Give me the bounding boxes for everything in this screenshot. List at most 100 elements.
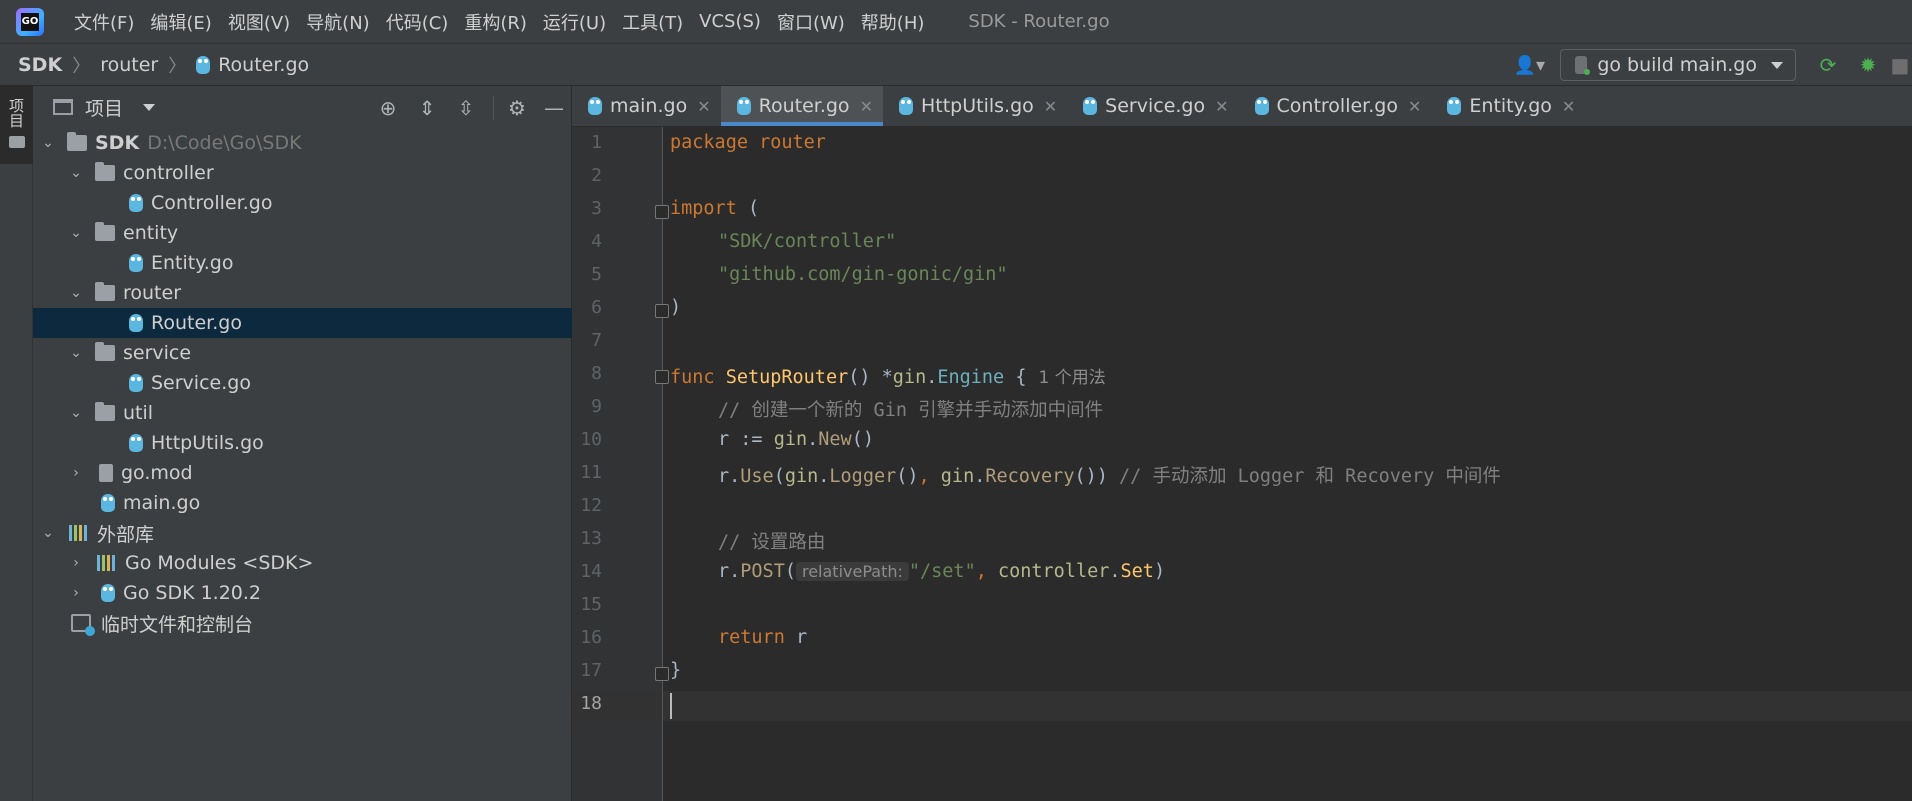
chevron-right-icon[interactable]: › [69, 555, 83, 571]
tree-item-router-go[interactable]: Router.go [33, 308, 572, 338]
tree-item-go-modules[interactable]: › Go Modules <SDK> [33, 548, 572, 578]
chevron-right-icon[interactable]: › [69, 465, 83, 481]
chevron-down-icon[interactable]: ⌄ [41, 135, 55, 151]
panel-window-icon [53, 99, 73, 115]
menu-run[interactable]: 运行(U) [535, 9, 614, 35]
close-icon[interactable]: ✕ [860, 97, 873, 116]
tree-item-service[interactable]: ⌄ service [33, 338, 572, 368]
tool-window-strip: 项目 [0, 86, 33, 801]
scratch-console-icon [71, 614, 95, 636]
code-token: () [851, 429, 874, 450]
tree-item-label: Service.go [151, 372, 251, 394]
tree-item-controller-go[interactable]: Controller.go [33, 188, 572, 218]
close-icon[interactable]: ✕ [1408, 97, 1421, 116]
expand-all-icon[interactable]: ⇕ [413, 94, 441, 122]
tab-service-go[interactable]: Service.go ✕ [1067, 86, 1238, 126]
tree-item-label: Controller.go [151, 192, 273, 214]
chevron-down-icon[interactable] [143, 103, 156, 111]
fold-marker-icon[interactable] [655, 205, 669, 219]
chevron-down-icon[interactable]: ⌄ [41, 525, 55, 541]
close-icon[interactable]: ✕ [697, 97, 710, 116]
tree-item-sdk[interactable]: ⌄ SDK D:\Code\Go\SDK [33, 128, 572, 158]
code-token: () [896, 466, 919, 487]
chevron-down-icon[interactable]: ⌄ [69, 345, 83, 361]
fold-marker-icon[interactable] [655, 667, 669, 681]
code-line-8: func SetupRouter() *gin.Engine {1 个用法 [670, 363, 1106, 388]
chevron-down-icon[interactable]: ⌄ [69, 405, 83, 421]
code-token: gin [892, 367, 927, 388]
debug-icon[interactable]: ✹ [1848, 49, 1888, 81]
tree-item-controller[interactable]: ⌄ controller [33, 158, 572, 188]
code-token: gin [940, 466, 975, 487]
project-tool-button[interactable]: 项目 [0, 86, 33, 164]
chevron-right-icon[interactable]: › [69, 585, 83, 601]
menu-view[interactable]: 视图(V) [220, 9, 298, 35]
menu-navigate[interactable]: 导航(N) [298, 9, 378, 35]
tree-item-external-libraries[interactable]: ⌄ 外部库 [33, 518, 572, 548]
tab-router-go[interactable]: Router.go ✕ [720, 86, 884, 126]
chevron-down-icon[interactable]: ⌄ [69, 285, 83, 301]
breadcrumb-file[interactable]: Router.go [218, 54, 309, 76]
project-tool-label: 项目 [7, 98, 25, 128]
chevron-down-icon[interactable]: ⌄ [69, 165, 83, 181]
rerun-icon[interactable]: ⟳ [1808, 49, 1848, 81]
menu-code[interactable]: 代码(C) [378, 9, 457, 35]
close-icon[interactable]: ✕ [1562, 97, 1575, 116]
tree-item-path: D:\Code\Go\SDK [147, 132, 302, 154]
tree-item-router[interactable]: ⌄ router [33, 278, 572, 308]
tree-item-scratches[interactable]: 临时文件和控制台 [33, 608, 572, 638]
breadcrumb-project[interactable]: SDK [18, 54, 62, 76]
tab-controller-go[interactable]: Controller.go ✕ [1239, 86, 1432, 126]
tree-item-service-go[interactable]: Service.go [33, 368, 572, 398]
navigation-bar: SDK 〉 router 〉 Router.go 👤▾ go build mai… [0, 43, 1912, 86]
tree-item-entity[interactable]: ⌄ entity [33, 218, 572, 248]
usages-hint[interactable]: 1 个用法 [1038, 368, 1105, 388]
line-number: 7 [591, 330, 602, 351]
close-icon[interactable]: ✕ [1215, 97, 1228, 116]
chevron-down-icon[interactable]: ⌄ [69, 225, 83, 241]
menu-edit[interactable]: 编辑(E) [142, 9, 219, 35]
breadcrumb-folder[interactable]: router [100, 54, 158, 76]
menu-window[interactable]: 窗口(W) [769, 9, 853, 35]
tab-label: Router.go [758, 95, 850, 117]
minimize-icon[interactable]: — [540, 94, 568, 122]
code-line-13: // 设置路由 [718, 528, 825, 554]
stop-icon[interactable]: ■ [1888, 49, 1912, 81]
crosshair-icon[interactable]: ⊕ [374, 94, 402, 122]
code-token: ( [736, 198, 760, 219]
menu-refactor[interactable]: 重构(R) [456, 9, 535, 35]
tree-item-entity-go[interactable]: Entity.go [33, 248, 572, 278]
collapse-all-icon[interactable]: ⇳ [452, 94, 480, 122]
gear-icon[interactable]: ⚙ [503, 94, 531, 122]
tab-main-go[interactable]: main.go ✕ [572, 86, 721, 126]
menu-vcs[interactable]: VCS(S) [691, 11, 769, 32]
project-panel: 项目 ⊕ ⇕ ⇳ ⚙ — ⌄ SDK D:\Code\Go\SDK ⌄ cont… [33, 86, 572, 801]
code-token: New [818, 429, 852, 450]
tree-item-go-mod[interactable]: › go.mod [33, 458, 572, 488]
fold-marker-icon[interactable] [655, 370, 669, 384]
current-line-highlight [572, 691, 1912, 721]
close-icon[interactable]: ✕ [1044, 97, 1057, 116]
code-token: POST [740, 561, 785, 582]
project-panel-title[interactable]: 项目 [85, 94, 123, 121]
tree-item-util[interactable]: ⌄ util [33, 398, 572, 428]
fold-marker-icon[interactable] [655, 304, 669, 318]
tab-entity-go[interactable]: Entity.go ✕ [1431, 86, 1585, 126]
menu-file[interactable]: 文件(F) [66, 9, 142, 35]
goland-logo-icon[interactable]: GO [16, 7, 44, 36]
tree-item-httputils-go[interactable]: HttpUtils.go [33, 428, 572, 458]
user-icon[interactable]: 👤▾ [1508, 50, 1550, 80]
window-title: SDK - Router.go [968, 11, 1110, 32]
tab-httputils-go[interactable]: HttpUtils.go ✕ [883, 86, 1067, 126]
line-number: 3 [591, 198, 602, 219]
code-token: Engine [937, 367, 1005, 388]
code-token: r := [718, 429, 774, 450]
tree-item-go-sdk[interactable]: › Go SDK 1.20.2 [33, 578, 572, 608]
code-line-14: r.POST(relativePath: "/set", controller.S… [718, 561, 1165, 582]
menu-help[interactable]: 帮助(H) [853, 9, 933, 35]
run-configuration-selector[interactable]: go build main.go [1560, 49, 1796, 81]
line-number: 11 [580, 462, 602, 483]
tree-item-main-go[interactable]: main.go [33, 488, 572, 518]
menu-tools[interactable]: 工具(T) [614, 9, 691, 35]
folder-icon [95, 222, 115, 241]
